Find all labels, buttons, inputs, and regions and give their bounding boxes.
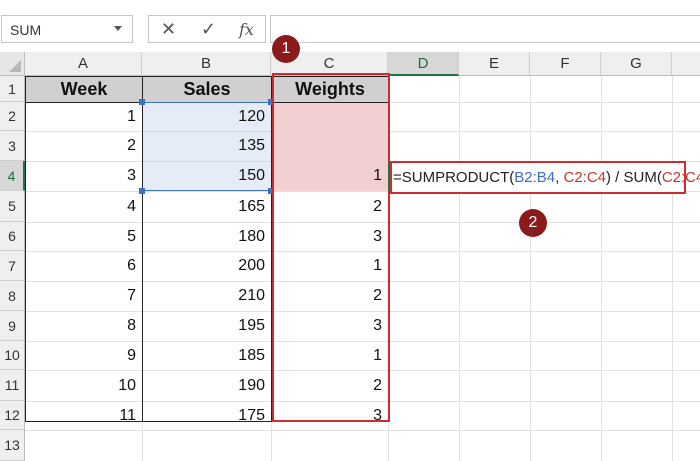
insert-function-icon[interactable]: fx: [239, 20, 254, 39]
sales-cell[interactable]: 135: [142, 131, 271, 161]
row-header-4[interactable]: 4: [0, 161, 25, 191]
gridline: [601, 76, 602, 461]
enter-icon[interactable]: ✓: [201, 19, 216, 40]
row-header-2[interactable]: 2: [0, 102, 25, 131]
annotation-badge-1: 1: [272, 35, 300, 63]
name-box[interactable]: SUM: [1, 15, 133, 43]
row-header-8[interactable]: 8: [0, 281, 25, 311]
sales-cell[interactable]: 165: [142, 191, 271, 222]
row-header-11[interactable]: 11: [0, 370, 25, 401]
sales-cell[interactable]: 200: [142, 251, 271, 281]
column-header-partial[interactable]: [672, 52, 700, 76]
formula-bar-buttons: ✕ ✓ fx: [148, 15, 266, 43]
week-cell[interactable]: 9: [25, 341, 142, 370]
annotation-badge-2: 2: [519, 209, 547, 237]
week-cell[interactable]: 5: [25, 222, 142, 251]
week-cell[interactable]: 6: [25, 251, 142, 281]
column-header-d[interactable]: D: [388, 52, 459, 76]
formula-highlight-box: [390, 161, 686, 194]
range-handle[interactable]: [139, 99, 145, 105]
sales-cell[interactable]: 185: [142, 341, 271, 370]
week-cell[interactable]: 10: [25, 370, 142, 401]
column-header-e[interactable]: E: [459, 52, 530, 76]
sales-cell[interactable]: 210: [142, 281, 271, 311]
row-header-1[interactable]: 1: [0, 76, 25, 102]
row-header-5[interactable]: 5: [0, 191, 25, 222]
column-header-g[interactable]: G: [601, 52, 672, 76]
sales-cell[interactable]: 150: [142, 161, 271, 191]
row-header-7[interactable]: 7: [0, 251, 25, 281]
row-header-6[interactable]: 6: [0, 222, 25, 251]
column-header-b[interactable]: B: [142, 52, 271, 76]
sales-cell[interactable]: 195: [142, 311, 271, 341]
week-cell[interactable]: 11: [25, 401, 142, 430]
week-cell[interactable]: 4: [25, 191, 142, 222]
header-cell-week[interactable]: Week: [25, 76, 143, 103]
sales-cell[interactable]: 190: [142, 370, 271, 401]
header-cell-sales[interactable]: Sales: [142, 76, 272, 103]
range-handle[interactable]: [139, 188, 145, 194]
row-header-3[interactable]: 3: [0, 131, 25, 161]
week-cell[interactable]: 2: [25, 131, 142, 161]
row-header-10[interactable]: 10: [0, 341, 25, 370]
gridline: [25, 430, 700, 431]
formula-input[interactable]: [270, 15, 700, 43]
week-cell[interactable]: 7: [25, 281, 142, 311]
sales-cell[interactable]: 175: [142, 401, 271, 430]
chevron-down-icon[interactable]: [114, 26, 122, 31]
gridline: [530, 76, 531, 461]
week-cell[interactable]: 8: [25, 311, 142, 341]
row-header-9[interactable]: 9: [0, 311, 25, 341]
week-cell[interactable]: 1: [25, 102, 142, 131]
column-header-f[interactable]: F: [530, 52, 601, 76]
week-cell[interactable]: 3: [25, 161, 142, 191]
column-header-a[interactable]: A: [25, 52, 142, 76]
row-header-12[interactable]: 12: [0, 401, 25, 430]
row-header-13[interactable]: 13: [0, 430, 25, 461]
name-box-value: SUM: [10, 22, 42, 38]
cancel-icon[interactable]: ✕: [161, 19, 176, 40]
sales-cell[interactable]: 120: [142, 102, 271, 131]
select-all-corner[interactable]: [0, 52, 25, 76]
gridline: [672, 76, 673, 461]
gridline: [459, 76, 460, 461]
weights-highlight-box: [272, 73, 390, 422]
sales-cell[interactable]: 180: [142, 222, 271, 251]
